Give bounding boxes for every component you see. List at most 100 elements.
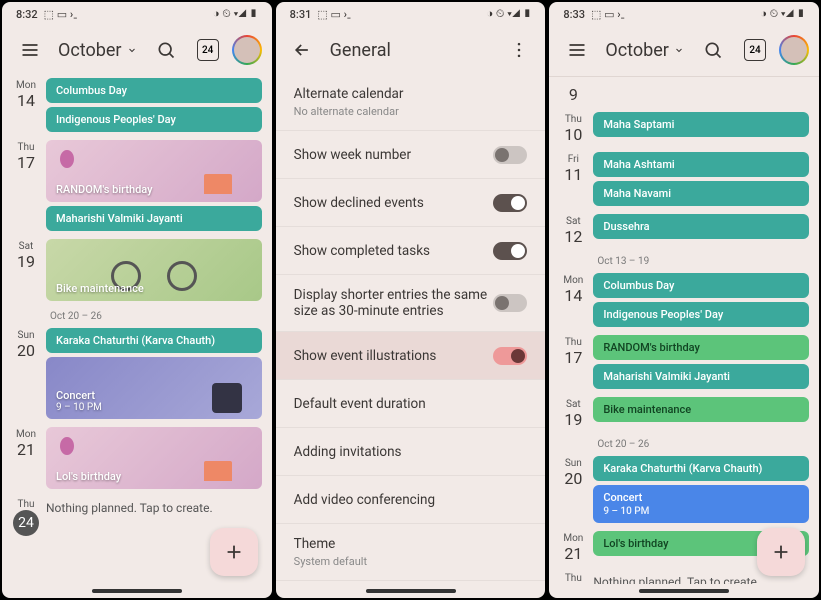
settings-title: General: [330, 40, 492, 61]
event-chip[interactable]: Indigenous Peoples' Day: [46, 107, 262, 132]
event-chip[interactable]: Karaka Chaturthi (Karva Chauth): [46, 328, 262, 353]
account-avatar[interactable]: [779, 35, 809, 65]
settings-list[interactable]: Alternate calendarNo alternate calendar S…: [276, 74, 546, 584]
day-row[interactable]: Mon21Lol's birthday: [6, 423, 268, 493]
overflow-menu[interactable]: [501, 32, 537, 68]
event-chip[interactable]: Maha Ashtami: [593, 152, 809, 177]
event-chip[interactable]: Bike maintenance: [593, 397, 809, 422]
event-subtext: 9 – 10 PM: [603, 506, 799, 517]
settings-row[interactable]: Show week number: [276, 131, 546, 179]
settings-row[interactable]: Adding invitations: [276, 428, 546, 476]
weekday-label: Fri: [568, 154, 579, 165]
toggle-switch[interactable]: [493, 146, 527, 164]
settings-label: Adding invitations: [294, 444, 528, 460]
settings-subtext: System default: [294, 555, 528, 568]
day-row[interactable]: Sat19Bike maintenance: [6, 235, 268, 305]
create-fab[interactable]: [210, 528, 258, 576]
day-row[interactable]: Thu17RANDOM's birthdayMaharishi Valmiki …: [553, 331, 815, 393]
settings-row[interactable]: Show declined events: [276, 179, 546, 227]
event-chip[interactable]: Maha Navami: [593, 181, 809, 206]
empty-day-text[interactable]: Nothing planned. Tap to create.: [46, 497, 262, 515]
weekday-label: Thu: [18, 142, 35, 153]
event-illustration[interactable]: Concert9 – 10 PM: [46, 357, 262, 419]
search-icon[interactable]: [695, 32, 731, 68]
date-column: Thu24: [6, 497, 46, 536]
account-avatar[interactable]: [232, 35, 262, 65]
settings-row[interactable]: Default event duration: [276, 380, 546, 428]
date-number: 24: [13, 510, 39, 536]
settings-row[interactable]: Show completed tasks: [276, 227, 546, 275]
event-chip[interactable]: Karaka Chaturthi (Karva Chauth): [593, 456, 809, 481]
date-number: 21: [564, 544, 582, 563]
event-chip[interactable]: Concert9 – 10 PM: [593, 485, 809, 523]
settings-label: Show event illustrations: [294, 348, 494, 364]
settings-label: Display shorter entries the same size as…: [294, 287, 494, 319]
month-label: October: [58, 40, 122, 61]
today-button[interactable]: 24: [190, 32, 226, 68]
toggle-switch[interactable]: [493, 242, 527, 260]
event-chip[interactable]: Columbus Day: [46, 78, 262, 103]
menu-icon[interactable]: [12, 32, 48, 68]
event-illustration[interactable]: Bike maintenance: [46, 239, 262, 301]
events-column: Bike maintenance: [593, 397, 809, 429]
nav-bar[interactable]: [549, 584, 819, 598]
settings-label: Show week number: [294, 147, 494, 163]
search-icon[interactable]: [148, 32, 184, 68]
day-row[interactable]: 9: [553, 79, 815, 108]
date-number: 9: [569, 85, 578, 104]
settings-row[interactable]: Alternate calendarNo alternate calendar: [276, 74, 546, 131]
weekday-label: Mon: [563, 275, 583, 286]
week-range-label: Oct 20 – 26: [6, 305, 268, 324]
event-chip[interactable]: Columbus Day: [593, 273, 809, 298]
nav-bar[interactable]: [276, 584, 546, 598]
date-number: 17: [17, 153, 35, 172]
toggle-switch[interactable]: [493, 347, 527, 365]
toggle-switch[interactable]: [493, 294, 527, 312]
event-chip[interactable]: Dussehra: [593, 214, 809, 239]
back-button[interactable]: [284, 32, 320, 68]
toggle-switch[interactable]: [493, 194, 527, 212]
date-number: 19: [564, 410, 582, 429]
settings-row[interactable]: Show event illustrations: [276, 332, 546, 380]
settings-row[interactable]: ThemeSystem default: [276, 524, 546, 581]
day-row[interactable]: Mon14Columbus DayIndigenous Peoples' Day: [6, 74, 268, 136]
event-chip[interactable]: Maharishi Valmiki Jayanti: [46, 206, 262, 231]
date-number: 12: [564, 227, 582, 246]
day-row[interactable]: Fri11Maha Ashtami Maha Navami: [553, 148, 815, 210]
date-column: Fri11: [553, 152, 593, 206]
day-row[interactable]: Thu10Maha Saptami: [553, 108, 815, 148]
settings-row[interactable]: Display shorter entries the same size as…: [276, 275, 546, 332]
phone-left: 8:32 ⬚ ▭ ›₋ ◑ ⏲ ▾◢ ▮ October 24 Mon14Col…: [2, 2, 272, 598]
event-chip[interactable]: Maharishi Valmiki Jayanti: [593, 364, 809, 389]
month-picker[interactable]: October: [605, 40, 685, 61]
weekday-label: Sat: [19, 241, 34, 252]
event-chip[interactable]: RANDOM's birthday: [593, 335, 809, 360]
nav-bar[interactable]: [2, 584, 272, 598]
day-row[interactable]: Mon14Columbus DayIndigenous Peoples' Day: [553, 269, 815, 331]
schedule-list-right[interactable]: 9 Thu10Maha SaptamiFri11Maha Ashtami Maha …: [549, 76, 819, 584]
weekday-label: Mon: [563, 533, 583, 544]
settings-row[interactable]: Add video conferencing: [276, 476, 546, 524]
weekday-label: Thu: [565, 573, 582, 584]
schedule-list-left[interactable]: Mon14Columbus DayIndigenous Peoples' Day…: [2, 74, 272, 584]
date-column: 9: [553, 83, 593, 104]
day-row[interactable]: Sat19Bike maintenance: [553, 393, 815, 433]
month-label: October: [605, 40, 669, 61]
create-fab[interactable]: [757, 528, 805, 576]
event-chip[interactable]: Indigenous Peoples' Day: [593, 302, 809, 327]
month-picker[interactable]: October: [58, 40, 138, 61]
date-column: Thu10: [553, 112, 593, 144]
menu-icon[interactable]: [559, 32, 595, 68]
event-illustration[interactable]: Lol's birthday: [46, 427, 262, 489]
event-title: Bike maintenance: [56, 282, 144, 295]
day-row[interactable]: Thu17 RANDOM's birthday Maharishi Valmiki …: [6, 136, 268, 235]
event-chip[interactable]: Maha Saptami: [593, 112, 809, 137]
event-illustration[interactable]: RANDOM's birthday: [46, 140, 262, 202]
day-row[interactable]: Sat12Dussehra: [553, 210, 815, 250]
day-row[interactable]: Sun20Karaka Chaturthi (Karva Chauth)Conc…: [553, 452, 815, 527]
today-button[interactable]: 24: [737, 32, 773, 68]
day-row[interactable]: Sun20Karaka Chaturthi (Karva Chauth)Conc…: [6, 324, 268, 423]
status-bar: 8:31 ⬚ ▭ ›₋ ◑ ⏲ ▾◢ ▮: [276, 2, 546, 26]
status-bar: 8:33 ⬚ ▭ ›₋ ◑ ⏲ ▾◢ ▮: [549, 2, 819, 26]
status-icons: ◑ ⏲ ▾◢ ▮: [760, 7, 805, 21]
